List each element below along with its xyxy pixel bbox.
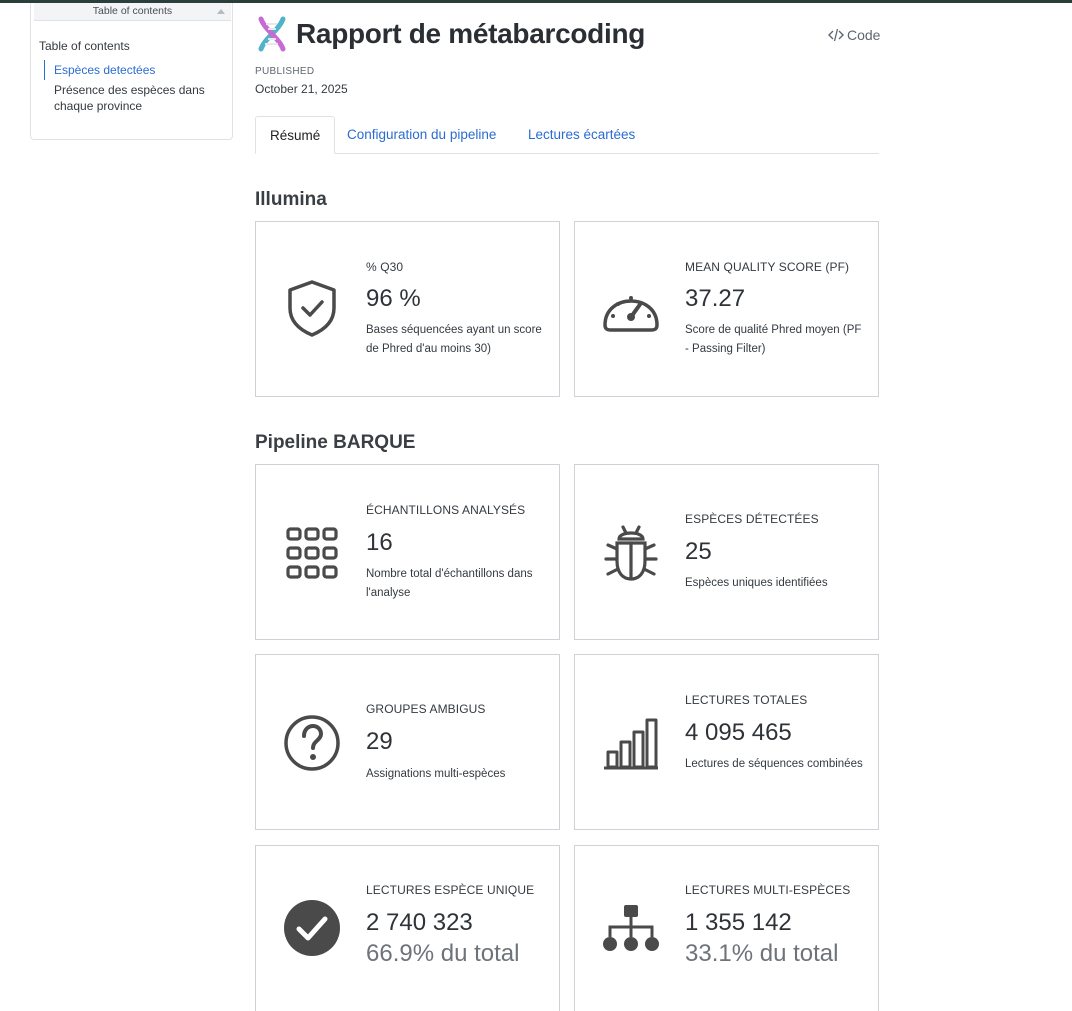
code-button-label: Code (847, 27, 881, 43)
tab-bar: Résumé Configuration du pipeline Lecture… (255, 116, 879, 154)
title-row: Rapport de métabarcoding (255, 14, 645, 54)
diagram-icon (601, 898, 661, 958)
card-label: LECTURES TOTALES (685, 693, 808, 707)
dna-icon (258, 16, 286, 52)
section-title-barque: Pipeline BARQUE (255, 432, 416, 453)
card-description: Lectures de séquences combinées (685, 758, 863, 770)
card-label: LECTURES MULTI-ESPÈCES (685, 883, 851, 897)
card-label: % Q30 (366, 260, 404, 274)
card-label: MEAN QUALITY SCORE (PF) (685, 260, 850, 274)
card-value: 25 (685, 538, 712, 565)
section-title-illumina: Illumina (255, 189, 327, 210)
card-label: LECTURES ESPÈCE UNIQUE (366, 883, 535, 897)
card-value: 2 740 323 (366, 909, 473, 936)
toc-link-especes-detectees[interactable]: Espèces detectées (44, 60, 155, 80)
card-description: Assignations multi-espèces (366, 768, 506, 780)
tab-resume[interactable]: Résumé (255, 116, 336, 154)
card-description: Score de qualité Phred moyen (PF - Passi… (685, 324, 862, 355)
card-value: 29 (366, 728, 393, 755)
speedometer-icon (601, 278, 661, 338)
card-multi-reads: LECTURES MULTI-ESPÈCES 1 355 142 33.1% d… (574, 845, 879, 1011)
card-description: Nombre total d'échantillons dans l'analy… (366, 568, 533, 599)
check-circle-icon (282, 898, 342, 958)
card-unique-reads: LECTURES ESPÈCE UNIQUE 2 740 323 66.9% d… (255, 845, 560, 1011)
page-title: Rapport de métabarcoding (296, 18, 646, 49)
toc-header-label: Table of contents (92, 5, 173, 17)
card-total-reads: LECTURES TOTALES 4 095 465 Lectures de s… (574, 654, 879, 830)
shield-check-icon (282, 278, 342, 338)
card-value: 16 (366, 529, 393, 556)
card-percent: 33.1% du total (685, 940, 839, 967)
card-q30: % Q30 96 % Bases séquencées ayant un sco… (255, 221, 560, 397)
card-samples: ÉCHANTILLONS ANALYSÉS 16 Nombre total d'… (255, 464, 560, 640)
collapse-caret-icon[interactable] (217, 9, 225, 14)
question-circle-icon (282, 713, 342, 773)
tab-configuration-pipeline[interactable]: Configuration du pipeline (333, 116, 510, 154)
published-date: October 21, 2025 (255, 82, 348, 96)
grid-icon (282, 523, 342, 583)
toc-link-presence-especes[interactable]: Présence des espèces dans chaque provinc… (54, 82, 214, 114)
table-of-contents: Table of contents Table of contents Espè… (30, 3, 233, 140)
card-description: Espèces uniques identifiées (685, 577, 828, 589)
published-label: PUBLISHED (255, 66, 315, 77)
card-label: GROUPES AMBIGUS (366, 702, 486, 716)
card-mean-quality: MEAN QUALITY SCORE (PF) 37.27 Score de q… (574, 221, 879, 397)
code-icon (828, 28, 844, 42)
card-percent: 66.9% du total (366, 940, 520, 967)
card-label: ÉCHANTILLONS ANALYSÉS (366, 503, 526, 517)
card-value: 4 095 465 (685, 719, 792, 746)
card-value: 37.27 (685, 285, 746, 312)
bar-chart-icon (601, 713, 661, 773)
card-species: ESPÈCES DÉTECTÉES 25 Espèces uniques ide… (574, 464, 879, 640)
card-value: 96 % (366, 285, 421, 312)
card-description: Bases séquencées ayant un score de Phred… (366, 324, 542, 355)
code-button[interactable]: Code (828, 27, 880, 43)
tab-lectures-ecartees[interactable]: Lectures écartées (514, 116, 649, 154)
toc-title: Table of contents (39, 39, 130, 53)
card-ambiguous: GROUPES AMBIGUS 29 Assignations multi-es… (255, 654, 560, 830)
card-value: 1 355 142 (685, 909, 792, 936)
bug-icon (601, 523, 661, 583)
toc-header[interactable]: Table of contents (34, 3, 231, 21)
card-label: ESPÈCES DÉTECTÉES (685, 512, 819, 526)
